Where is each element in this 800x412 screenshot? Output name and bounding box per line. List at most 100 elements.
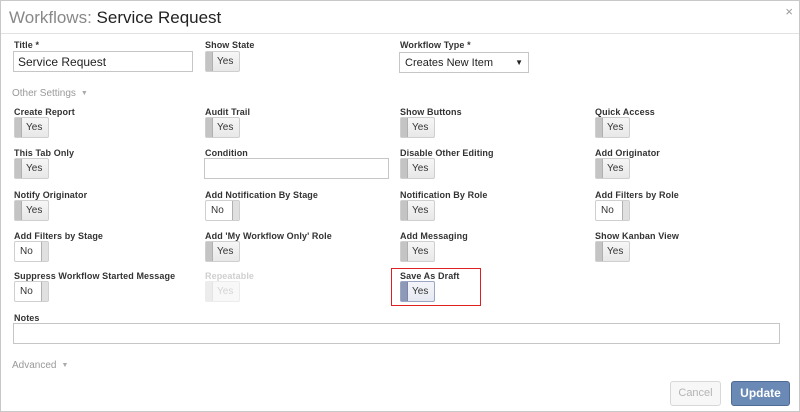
update-button[interactable]: Update (731, 381, 790, 406)
toggle-text: Yes (607, 122, 624, 133)
show-kanban-view-label: Show Kanban View (595, 231, 679, 241)
workflow-dialog: Workflows: Service Request × Title * Sho… (0, 0, 800, 412)
repeatable-toggle: Yes (205, 281, 240, 302)
add-filters-by-role-toggle[interactable]: No (595, 200, 630, 221)
workflow-type-select[interactable]: Creates New Item ▼ (399, 52, 529, 73)
toggle-text: Yes (412, 205, 429, 216)
close-icon[interactable]: × (785, 5, 793, 18)
create-report-label: Create Report (14, 107, 75, 117)
dialog-title-prefix: Workflows: (9, 8, 92, 27)
add-filters-by-role-label: Add Filters by Role (595, 190, 679, 200)
add-notification-by-stage-label: Add Notification By Stage (205, 190, 319, 200)
workflow-type-label: Workflow Type * (400, 40, 471, 50)
condition-label: Condition (205, 148, 248, 158)
toggle-text: Yes (412, 163, 429, 174)
workflow-type-value: Creates New Item (405, 57, 494, 69)
toggle-knob (232, 201, 239, 220)
toggle-knob (41, 242, 48, 261)
toggle-knob (15, 118, 22, 137)
toggle-knob (596, 118, 603, 137)
cancel-button[interactable]: Cancel (670, 381, 721, 406)
toggle-text: Yes (412, 122, 429, 133)
add-originator-label: Add Originator (595, 148, 660, 158)
toggle-knob (15, 159, 22, 178)
disable-other-editing-label: Disable Other Editing (400, 148, 494, 158)
toggle-knob (401, 242, 408, 261)
repeatable-label: Repeatable (205, 271, 255, 281)
notes-input[interactable] (13, 323, 780, 344)
toggle-text: Yes (217, 286, 234, 297)
notify-originator-label: Notify Originator (14, 190, 88, 200)
add-filters-by-stage-toggle[interactable]: No (14, 241, 49, 262)
toggle-text: Yes (412, 246, 429, 257)
toggle-text: Yes (217, 122, 234, 133)
add-notification-by-stage-toggle[interactable]: No (205, 200, 240, 221)
toggle-knob (206, 118, 213, 137)
toggle-knob (596, 159, 603, 178)
toggle-knob (15, 201, 22, 220)
toggle-knob (206, 242, 213, 261)
dialog-title-text: Service Request (96, 8, 222, 27)
toggle-text: Yes (26, 163, 43, 174)
show-buttons-label: Show Buttons (400, 107, 462, 117)
add-my-workflow-only-role-toggle[interactable]: Yes (205, 241, 240, 262)
toggle-text: No (211, 205, 224, 216)
add-messaging-toggle[interactable]: Yes (400, 241, 435, 262)
dialog-header: Workflows: Service Request × (1, 1, 799, 34)
this-tab-only-toggle[interactable]: Yes (14, 158, 49, 179)
toggle-knob (596, 242, 603, 261)
title-input[interactable] (13, 51, 193, 72)
toggle-knob (622, 201, 629, 220)
show-kanban-view-toggle[interactable]: Yes (595, 241, 630, 262)
disable-other-editing-toggle[interactable]: Yes (400, 158, 435, 179)
show-state-label: Show State (205, 40, 255, 50)
show-state-toggle[interactable]: Yes (205, 51, 240, 72)
caret-down-icon: ▼ (61, 362, 69, 369)
save-as-draft-label: Save As Draft (400, 271, 460, 281)
toggle-text: Yes (607, 246, 624, 257)
advanced-label: Advanced (12, 360, 57, 371)
suppress-workflow-started-message-toggle[interactable]: No (14, 281, 49, 302)
toggle-knob (401, 282, 408, 301)
toggle-knob (401, 159, 408, 178)
add-filters-by-stage-label: Add Filters by Stage (14, 231, 104, 241)
toggle-knob (206, 52, 213, 71)
quick-access-label: Quick Access (595, 107, 655, 117)
other-settings-label: Other Settings (12, 88, 76, 99)
advanced-toggle[interactable]: Advanced ▼ (12, 360, 68, 371)
toggle-text: Yes (26, 122, 43, 133)
other-settings-toggle[interactable]: Other Settings ▼ (12, 88, 88, 99)
notify-originator-toggle[interactable]: Yes (14, 200, 49, 221)
toggle-text: No (20, 246, 33, 257)
this-tab-only-label: This Tab Only (14, 148, 75, 158)
notification-by-role-label: Notification By Role (400, 190, 488, 200)
toggle-text: Yes (607, 163, 624, 174)
create-report-toggle[interactable]: Yes (14, 117, 49, 138)
dialog-title: Workflows: Service Request (9, 8, 221, 28)
add-originator-toggle[interactable]: Yes (595, 158, 630, 179)
save-as-draft-toggle[interactable]: Yes (400, 281, 435, 302)
add-messaging-label: Add Messaging (400, 231, 468, 241)
toggle-text: No (20, 286, 33, 297)
toggle-text: No (601, 205, 614, 216)
toggle-knob (206, 282, 213, 301)
toggle-text: Yes (217, 56, 234, 67)
caret-down-icon: ▼ (80, 90, 88, 97)
condition-input[interactable] (204, 158, 389, 179)
toggle-knob (401, 118, 408, 137)
toggle-knob (401, 201, 408, 220)
audit-trail-toggle[interactable]: Yes (205, 117, 240, 138)
notification-by-role-toggle[interactable]: Yes (400, 200, 435, 221)
suppress-workflow-started-message-label: Suppress Workflow Started Message (14, 271, 176, 281)
toggle-text: Yes (412, 286, 429, 297)
toggle-text: Yes (217, 246, 234, 257)
title-label: Title * (14, 40, 40, 50)
toggle-text: Yes (26, 205, 43, 216)
notes-label: Notes (14, 313, 40, 323)
toggle-knob (41, 282, 48, 301)
show-buttons-toggle[interactable]: Yes (400, 117, 435, 138)
add-my-workflow-only-role-label: Add 'My Workflow Only' Role (205, 231, 332, 241)
audit-trail-label: Audit Trail (205, 107, 251, 117)
quick-access-toggle[interactable]: Yes (595, 117, 630, 138)
chevron-down-icon: ▼ (515, 58, 523, 67)
